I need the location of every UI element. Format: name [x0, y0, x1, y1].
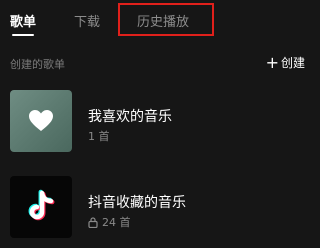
active-tab-indicator: [12, 34, 34, 36]
tab-playlists[interactable]: 歌单: [10, 11, 36, 30]
playlist-count: 24 首: [102, 216, 131, 229]
playlist-cover: [10, 90, 72, 152]
create-button[interactable]: + 创建: [266, 54, 305, 71]
playlist-name: 抖音收藏的音乐: [88, 195, 186, 211]
playlist-douyin-favorites[interactable]: 抖音收藏的音乐 24 首: [10, 176, 310, 238]
highlight-box: [118, 3, 214, 36]
section-title: 创建的歌单: [10, 58, 65, 71]
tab-bar: 歌单 下载 历史播放: [0, 0, 318, 40]
create-label: 创建: [280, 56, 305, 70]
lock-icon: [88, 216, 98, 228]
playlist-cover: [10, 176, 72, 238]
heart-icon: [29, 110, 53, 131]
playlist-liked-music[interactable]: 我喜欢的音乐 1 首: [10, 90, 310, 152]
playlist-meta: 24 首: [88, 214, 131, 230]
plus-icon: +: [265, 52, 279, 72]
playlist-name: 我喜欢的音乐: [88, 109, 172, 125]
playlist-count: 1 首: [88, 130, 110, 143]
tab-downloads[interactable]: 下载: [74, 11, 100, 30]
tiktok-logo: [28, 189, 55, 221]
